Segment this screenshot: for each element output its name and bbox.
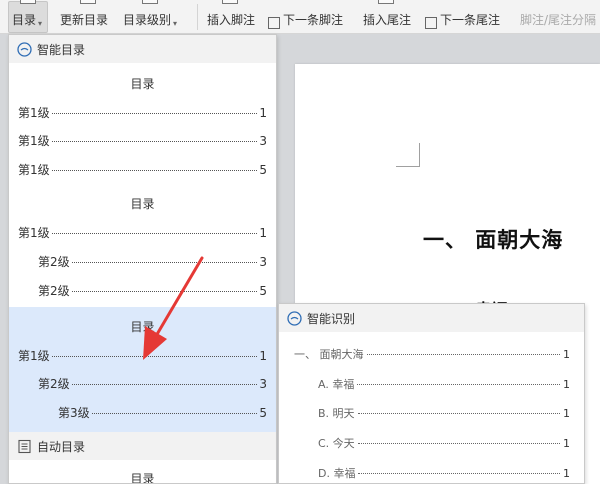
toc-style-option-2[interactable]: 目录 第1级 1 第2级 3 第2级 5 [9, 186, 276, 307]
smart-toc-header: 智能目录 [9, 35, 276, 63]
smart-recognition-entry: C. 今天 1 [318, 437, 570, 450]
update-toc-label: 更新目录 [60, 13, 109, 27]
insert-endnote-label: 插入尾注 [363, 13, 412, 27]
toc-button-label: 目录 [12, 13, 37, 27]
toc-style-entry: 第2级 5 [38, 284, 267, 298]
insert-footnote-label: 插入脚注 [207, 13, 256, 27]
footnote-endnote-separator-label: 脚注/尾注分隔 [520, 13, 597, 27]
ribbon-toolbar: 目录 ▾ 更新目录 目录级别 ▾ 插入脚注 下一条脚注 插入尾注 下一条尾注 脚注/… [0, 0, 600, 34]
toc-style-entry: 第2级 3 [38, 255, 267, 269]
next-endnote-icon [425, 17, 437, 29]
auto-toc-title: 目录 [130, 472, 155, 484]
chevron-down-icon: ▾ [173, 19, 178, 28]
smart-recognition-icon [287, 310, 302, 326]
auto-toc-header: 自动目录 [9, 432, 276, 460]
smart-recognition-entry: A. 幸福 1 [318, 378, 570, 391]
toc-level-button[interactable]: 目录级别 ▾ [123, 0, 177, 34]
next-footnote-button[interactable]: 下一条脚注 [268, 0, 343, 34]
auto-toc-option[interactable]: 目录 [9, 460, 276, 484]
ribbon-separator [197, 4, 198, 30]
smart-recognition-entry: D. 幸福 1 [318, 467, 570, 480]
toc-dropdown-menu: 智能目录 目录 第1级 1 第1级 3 第1级 5 目录 第1级 1 第2级 3 第2级 5… [8, 34, 277, 484]
toc-level-label: 目录级别 [123, 13, 172, 27]
auto-toc-header-label: 自动目录 [37, 439, 86, 454]
toc-style-title: 目录 [130, 320, 155, 334]
toc-style-entry: 第1级 1 [18, 226, 267, 240]
next-footnote-icon [268, 17, 280, 29]
next-endnote-button[interactable]: 下一条尾注 [425, 0, 500, 34]
toc-style-title: 目录 [130, 77, 155, 91]
toc-style-entry: 第1级 3 [18, 134, 267, 148]
next-footnote-label: 下一条脚注 [283, 13, 344, 27]
toc-style-entry: 第2级 3 [38, 377, 267, 391]
update-toc-button[interactable]: 更新目录 [60, 0, 108, 34]
toc-style-option-3[interactable]: 目录 第1级 1 第2级 3 第3级 5 [9, 307, 276, 432]
toc-style-entry: 第1级 1 [18, 106, 267, 120]
next-endnote-label: 下一条尾注 [440, 13, 501, 27]
smart-recognition-header: 智能识别 [279, 304, 584, 332]
smart-toc-header-label: 智能目录 [37, 42, 86, 57]
smart-recognition-entry: 一、 面朝大海 1 [294, 348, 570, 361]
toc-style-title: 目录 [130, 197, 155, 211]
toc-style-option-1[interactable]: 目录 第1级 1 第1级 3 第1级 5 [9, 63, 276, 204]
insert-footnote-button[interactable]: 插入脚注 [207, 0, 255, 34]
document-heading-1: 一、 面朝大海 [423, 228, 564, 252]
toc-style-entry: 第1级 5 [18, 163, 267, 177]
smart-recognition-header-label: 智能识别 [307, 311, 356, 326]
chevron-down-icon: ▾ [38, 19, 43, 28]
toc-style-entry: 第1级 1 [18, 349, 267, 363]
toc-style-entry: 第3级 5 [58, 406, 267, 420]
smart-recognition-panel[interactable]: 智能识别 一、 面朝大海 1 A. 幸福 1 B. 明天 1 C. 今天 1 D. 幸福… [278, 303, 585, 484]
toc-button[interactable]: 目录 ▾ [12, 0, 42, 34]
smart-toc-icon [17, 41, 32, 57]
margin-corner-mark [396, 143, 420, 167]
footnote-endnote-separator-button[interactable]: 脚注/尾注分隔 [520, 0, 596, 34]
smart-recognition-entry: B. 明天 1 [318, 407, 570, 420]
insert-endnote-button[interactable]: 插入尾注 [363, 0, 411, 34]
auto-toc-icon [18, 439, 31, 453]
